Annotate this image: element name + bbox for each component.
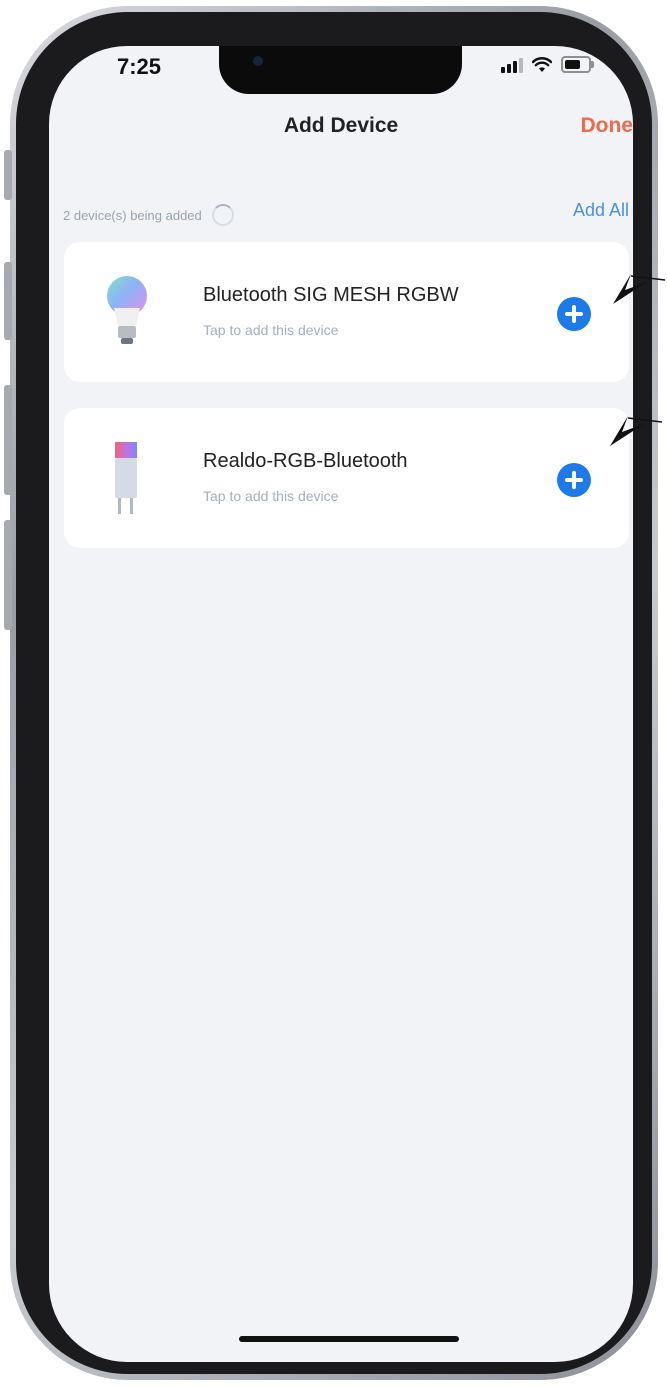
home-indicator [239,1336,459,1342]
cellular-signal-icon [501,57,523,73]
adding-status: 2 device(s) being added [63,204,234,226]
camera-icon [253,56,263,66]
adding-status-text: 2 device(s) being added [63,207,202,223]
loading-spinner-icon [211,204,234,226]
volume-down-button [4,385,12,495]
device-name: Bluetooth SIG MESH RGBW [203,284,459,306]
status-time: 7:25 [117,54,162,79]
rgb-light-strip-controller-icon [115,442,137,514]
volume-up-button [4,262,12,340]
device-subtitle: Tap to add this device [203,488,339,504]
notch [219,46,462,94]
battery-icon [561,56,594,73]
wifi-icon [532,56,552,72]
device-card[interactable]: Bluetooth SIG MESH RGBW Tap to add this … [64,242,629,382]
add-device-button[interactable] [557,297,591,331]
add-all-button[interactable]: Add All [573,200,629,221]
arrow-pointer-icon [610,416,663,446]
add-device-button[interactable] [557,463,591,497]
side-button [4,520,12,630]
status-icons [501,56,594,73]
rgb-bulb-icon [107,276,147,344]
device-card[interactable]: Realdo-RGB-Bluetooth Tap to add this dev… [64,408,629,548]
phone-screen: 7:25 Add Device Done 2 device(s) being a… [49,46,633,1362]
page-title: Add Device [283,114,399,137]
screenshot-stage: 7:25 Add Device Done 2 device(s) being a… [0,0,667,1386]
arrow-pointer-icon [613,274,666,304]
done-button[interactable]: Done [581,114,634,138]
device-name: Realdo-RGB-Bluetooth [203,450,408,472]
mute-switch [4,150,12,200]
device-subtitle: Tap to add this device [203,322,339,338]
